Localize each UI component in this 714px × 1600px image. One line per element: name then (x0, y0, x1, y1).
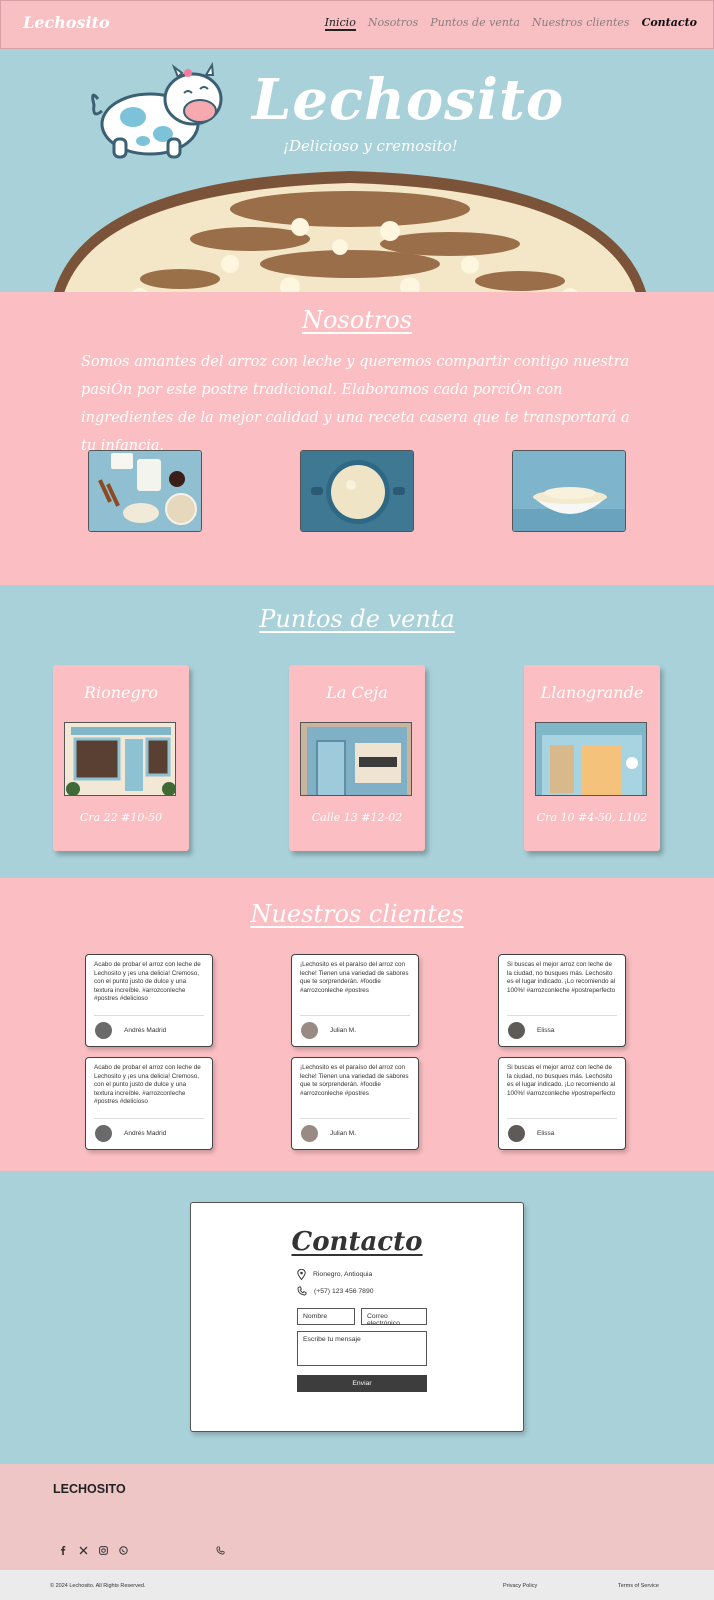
store-name: Rionegro (83, 683, 159, 702)
review-card: Si buscas el mejor arroz con leche de la… (498, 954, 626, 1047)
nosotros-title: Nosotros (301, 306, 413, 334)
contacto-title: Contacto (291, 1227, 423, 1257)
review-card: Acabo de probar el arroz con leche de Le… (85, 954, 213, 1047)
store-card-rionegro[interactable]: Rionegro Cra 22 #10-50 (53, 665, 189, 851)
location-pin-icon (297, 1269, 306, 1280)
nosotros-section: Nosotros Somos amantes del arroz con lec… (0, 292, 714, 585)
review-text: Si buscas el mejor arroz con leche de la… (507, 1064, 616, 1097)
puntos-title: Puntos de venta (259, 605, 455, 633)
review-author: Elissa (537, 1130, 555, 1137)
review-divider (300, 1015, 410, 1016)
review-card: ¡Lechosito es el paraíso del arroz con l… (291, 1057, 419, 1150)
nav-link-puntos[interactable]: Puntos de venta (430, 16, 520, 31)
ingredients-image (88, 450, 202, 532)
review-author: Julian M. (330, 1130, 357, 1137)
review-text: Acabo de probar el arroz con leche de Le… (94, 961, 201, 1003)
instagram-icon[interactable] (98, 1545, 108, 1555)
contact-card: Contacto Rionegro, Antioquia (+57) 123 4… (190, 1202, 524, 1432)
review-text: Acabo de probar el arroz con leche de Le… (94, 1064, 201, 1106)
avatar (508, 1125, 525, 1142)
contacto-section: Contacto Rionegro, Antioquia (+57) 123 4… (0, 1171, 714, 1464)
review-divider (507, 1015, 617, 1016)
email-field[interactable]: Correo electrónico (361, 1308, 427, 1327)
name-field[interactable]: Nombre (297, 1308, 355, 1325)
contact-location: Rionegro, Antioquia (297, 1269, 372, 1280)
avatar (95, 1022, 112, 1039)
review-card: ¡Lechosito es el paraíso del arroz con l… (291, 954, 419, 1047)
nav-links: Inicio Nosotros Puntos de venta Nuestros… (324, 16, 697, 31)
nav-link-nosotros[interactable]: Nosotros (368, 16, 418, 31)
review-author: Andrés Madrid (124, 1027, 167, 1034)
bowl-image (512, 450, 626, 532)
rice-pudding-bowl-image (54, 171, 646, 292)
review-author: Andrés Madrid (124, 1130, 167, 1137)
x-twitter-icon[interactable] (78, 1545, 88, 1555)
contact-location-text: Rionegro, Antioquia (313, 1271, 373, 1278)
pot-image (300, 450, 414, 532)
privacy-policy-link[interactable]: Privacy Policy (503, 1583, 537, 1589)
copyright-text: © 2024 Lechosito. All Rights Reserved. (50, 1583, 146, 1589)
store-rionegro-image (64, 722, 176, 796)
review-divider (94, 1015, 204, 1016)
store-address: Cra 22 #10-50 (79, 811, 163, 824)
clientes-title: Nuestros clientes (250, 900, 464, 928)
avatar (301, 1022, 318, 1039)
store-name: La Ceja (326, 683, 388, 702)
review-text: Si buscas el mejor arroz con leche de la… (507, 961, 616, 994)
nav-link-clientes[interactable]: Nuestros clientes (532, 16, 630, 31)
puntos-de-venta-section: Puntos de venta Rionegro Cra 22 #10-50 L… (0, 585, 714, 878)
footer: LECHOSITO (0, 1464, 714, 1570)
review-text: ¡Lechosito es el paraíso del arroz con l… (300, 961, 409, 994)
hero-title: Lechosito (252, 67, 565, 133)
nosotros-text: Somos amantes del arroz con leche y quer… (81, 354, 630, 454)
avatar (301, 1125, 318, 1142)
cow-mascot-image (91, 61, 223, 159)
avatar (95, 1125, 112, 1142)
avatar (508, 1022, 525, 1039)
review-card: Si buscas el mejor arroz con leche de la… (498, 1057, 626, 1150)
store-address: Cra 10 #4-50, L102 (536, 811, 648, 824)
review-divider (300, 1118, 410, 1119)
store-card-la-ceja[interactable]: La Ceja Calle 13 #12-02 (289, 665, 425, 851)
nav-link-contacto[interactable]: Contacto (642, 16, 697, 31)
terms-of-service-link[interactable]: Terms of Service (618, 1583, 659, 1589)
footer-phone-icon[interactable] (215, 1545, 225, 1555)
contact-phone: (+57) 123 456 7890 (297, 1286, 374, 1296)
top-navbar: Lechosito Inicio Nosotros Puntos de vent… (0, 0, 714, 49)
store-la-ceja-image (300, 722, 412, 796)
message-field[interactable]: Escribe tu mensaje (297, 1331, 427, 1366)
footer-brand: LECHOSITO (53, 1482, 126, 1496)
social-links (58, 1545, 128, 1555)
review-divider (94, 1118, 204, 1119)
store-llanogrande-image (535, 722, 647, 796)
bottom-bar: © 2024 Lechosito. All Rights Reserved. P… (0, 1570, 714, 1600)
hero-section: Lechosito ¡Delicioso y cremosito! (0, 49, 714, 292)
store-name: Llanogrande (540, 683, 644, 702)
facebook-icon[interactable] (58, 1545, 68, 1555)
review-author: Elissa (537, 1027, 555, 1034)
review-text: ¡Lechosito es el paraíso del arroz con l… (300, 1064, 409, 1097)
hero-subtitle: ¡Delicioso y cremosito! (283, 137, 458, 155)
store-card-llanogrande[interactable]: Llanogrande Cra 10 #4-50, L102 (524, 665, 660, 851)
clientes-section: Nuestros clientes Acabo de probar el arr… (0, 878, 714, 1171)
store-address: Calle 13 #12-02 (311, 811, 403, 824)
whatsapp-icon[interactable] (118, 1545, 128, 1555)
contact-phone-text: (+57) 123 456 7890 (314, 1287, 374, 1295)
review-author: Julian M. (330, 1027, 357, 1034)
send-button[interactable]: Enviar (297, 1375, 427, 1392)
review-card: Acabo de probar el arroz con leche de Le… (85, 1057, 213, 1150)
nav-brand[interactable]: Lechosito (23, 13, 110, 32)
nav-link-inicio[interactable]: Inicio (324, 16, 356, 31)
phone-icon (297, 1286, 307, 1296)
review-divider (507, 1118, 617, 1119)
